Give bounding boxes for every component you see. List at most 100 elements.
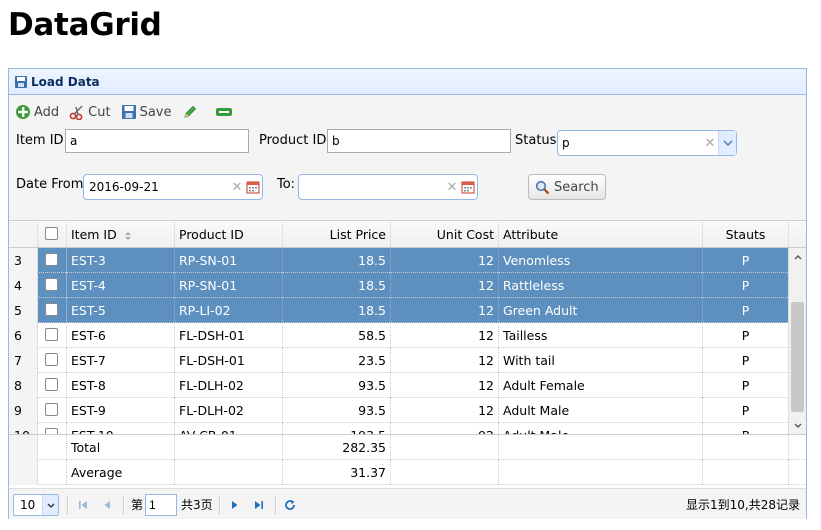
date-to-field[interactable]: ✕ (298, 174, 478, 200)
save-button[interactable]: Save (121, 104, 172, 120)
row-checkbox[interactable] (45, 278, 58, 291)
chevron-down-icon[interactable] (718, 131, 736, 155)
row-checkbox[interactable] (45, 403, 58, 416)
cell-product-id: FL-DLH-02 (175, 373, 283, 398)
footer-list-price: 282.35 (283, 435, 391, 460)
column-header-attribute[interactable]: Attribute (499, 222, 703, 247)
column-header-label: Attribute (503, 227, 559, 242)
cell-list-price: 58.5 (283, 323, 391, 348)
column-header-unit-cost[interactable]: Unit Cost (391, 222, 499, 247)
row-checkbox[interactable] (45, 253, 58, 266)
grid-header: Item ID Product ID List Price Unit Cost … (9, 222, 806, 248)
column-header-status[interactable]: Stauts (703, 222, 789, 247)
cell-attribute: Adult Male (499, 398, 703, 423)
cell-product-id: FL-DSH-01 (175, 323, 283, 348)
cell-item-id: EST-5 (67, 298, 175, 323)
minus-bar-icon (215, 108, 232, 116)
table-row[interactable]: 5 EST-5 RP-LI-02 18.5 12 Green Adult P (9, 298, 788, 323)
cell-list-price: 193.5 (283, 423, 391, 434)
row-checkbox[interactable] (45, 353, 58, 366)
page-info: 显示1到10,共28记录 (686, 498, 800, 512)
add-button[interactable]: Add (15, 104, 59, 120)
column-header-label: Stauts (725, 227, 766, 242)
footer-list-price: 31.37 (283, 460, 391, 485)
select-all-checkbox[interactable] (45, 227, 58, 240)
cell-status: P (703, 248, 788, 273)
scrollbar-thumb[interactable] (791, 302, 804, 412)
footer-empty (391, 435, 499, 460)
remove-button[interactable] (215, 105, 236, 119)
cell-unit-cost: 92 (391, 423, 499, 434)
prev-page-icon[interactable] (99, 497, 115, 513)
footer-blank (38, 460, 67, 485)
status-label: Status: (515, 133, 561, 148)
table-row[interactable]: 7 EST-7 FL-DSH-01 23.5 12 With tail P (9, 348, 788, 373)
cell-unit-cost: 12 (391, 273, 499, 298)
footer-empty (499, 460, 703, 485)
footer-empty (175, 435, 283, 460)
row-checkbox[interactable] (45, 303, 58, 316)
rownum-header (9, 222, 38, 247)
clear-icon[interactable]: ✕ (230, 180, 244, 195)
date-from-field[interactable]: 2016-09-21 ✕ (83, 174, 263, 200)
cell-unit-cost: 12 (391, 248, 499, 273)
table-row[interactable]: 6 EST-6 FL-DSH-01 58.5 12 Tailless P (9, 323, 788, 348)
row-checkbox[interactable] (45, 328, 58, 341)
next-page-icon[interactable] (227, 497, 243, 513)
vertical-scrollbar[interactable] (788, 248, 806, 434)
data-grid: Item ID Product ID List Price Unit Cost … (9, 222, 806, 488)
cell-attribute: Adult Male (499, 423, 703, 434)
footer-empty (703, 435, 789, 460)
search-label: Search (554, 179, 599, 195)
panel-header: Load Data (9, 69, 806, 95)
column-header-item-id[interactable]: Item ID (67, 222, 175, 247)
calendar-icon[interactable] (244, 180, 262, 194)
first-page-icon[interactable] (75, 497, 91, 513)
datagrid-panel: Load Data Add Cut Save Item ID: a Produc… (8, 68, 807, 519)
cell-product-id: FL-DSH-01 (175, 348, 283, 373)
cell-item-id: EST-6 (67, 323, 175, 348)
status-combobox[interactable]: p ✕ (557, 130, 737, 156)
cell-item-id: EST-3 (67, 248, 175, 273)
row-select-cell (38, 298, 67, 323)
row-checkbox[interactable] (45, 378, 58, 391)
cell-item-id: EST-7 (67, 348, 175, 373)
chevron-down-icon[interactable] (42, 495, 58, 515)
cut-button[interactable]: Cut (69, 104, 111, 120)
sort-icon (124, 231, 131, 240)
page-number-input[interactable] (145, 494, 177, 516)
clear-icon[interactable]: ✕ (702, 136, 718, 151)
cell-attribute: With tail (499, 348, 703, 373)
table-row[interactable]: 4 EST-4 RP-SN-01 18.5 12 Rattleless P (9, 273, 788, 298)
product-id-input[interactable] (327, 129, 511, 153)
column-header-product-id[interactable]: Product ID (175, 222, 283, 247)
last-page-icon[interactable] (251, 497, 267, 513)
refresh-icon[interactable] (282, 497, 298, 513)
cell-list-price: 18.5 (283, 273, 391, 298)
table-row[interactable]: 10 EST-10AV-CB-01193.592Adult MaleP (9, 423, 788, 434)
row-number: 7 (9, 348, 38, 373)
row-number: 10 (9, 423, 38, 434)
page-size-value: 10 (20, 498, 36, 512)
clear-icon[interactable]: ✕ (445, 180, 459, 195)
toolbar: Add Cut Save (15, 101, 250, 123)
table-row[interactable]: 8 EST-8 FL-DLH-02 93.5 12 Adult Female P (9, 373, 788, 398)
search-button[interactable]: Search (528, 174, 606, 200)
scroll-up-icon[interactable] (789, 250, 807, 264)
footer-row: Average 31.37 (9, 460, 806, 485)
cell-status: P (703, 423, 788, 434)
scroll-down-icon[interactable] (789, 418, 807, 432)
page-size-select[interactable]: 10 (13, 494, 59, 516)
cell-list-price: 23.5 (283, 348, 391, 373)
table-row[interactable]: 3 EST-3 RP-SN-01 18.5 12 Venomless P (9, 248, 788, 273)
table-row[interactable]: 9 EST-9 FL-DLH-02 93.5 12 Adult Male P (9, 398, 788, 423)
column-header-list-price[interactable]: List Price (283, 222, 391, 247)
cell-item-id: EST-9 (67, 398, 175, 423)
cell-product-id: RP-SN-01 (175, 273, 283, 298)
calendar-icon[interactable] (459, 180, 477, 194)
row-select-cell (38, 373, 67, 398)
item-id-input[interactable] (65, 129, 249, 153)
footer-empty (391, 460, 499, 485)
edit-button[interactable] (182, 104, 201, 120)
cell-product-id: FL-DLH-02 (175, 398, 283, 423)
